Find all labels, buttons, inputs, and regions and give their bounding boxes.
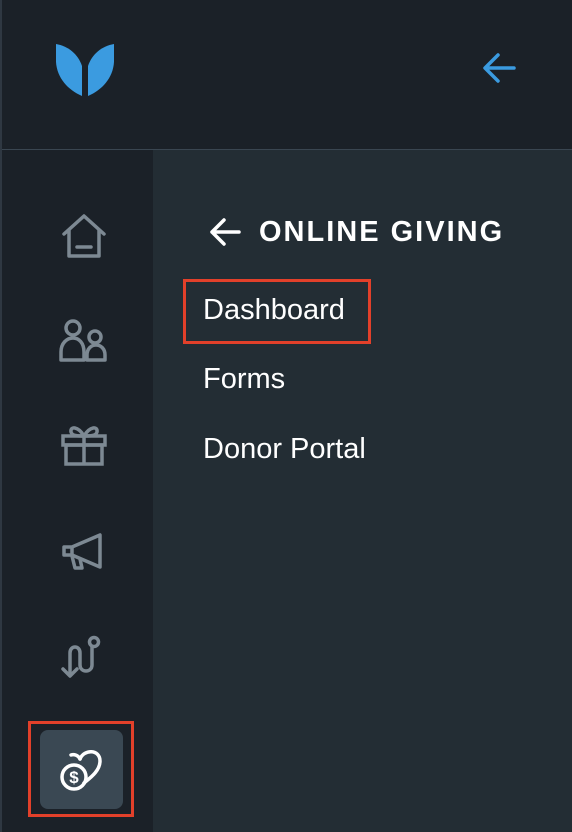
rail-item-campaigns[interactable] <box>56 523 112 579</box>
menu-item-donor-portal[interactable]: Donor Portal <box>203 433 366 466</box>
rail-item-home[interactable] <box>56 208 112 264</box>
submenu-panel: ONLINE GIVING Dashboard Forms Donor Port… <box>153 150 572 832</box>
back-arrow-icon <box>210 218 241 246</box>
people-icon <box>59 319 107 362</box>
submenu-title: ONLINE GIVING <box>259 215 505 248</box>
megaphone-icon <box>62 533 102 570</box>
arrow-left-icon <box>483 53 516 83</box>
menu-item-forms[interactable]: Forms <box>203 363 285 396</box>
rail-item-journeys[interactable] <box>56 629 112 685</box>
rail-item-people[interactable] <box>56 312 112 368</box>
rail-item-gift[interactable] <box>56 416 112 472</box>
icon-rail: $ <box>2 150 153 832</box>
app-logo[interactable] <box>54 40 116 98</box>
route-icon <box>61 635 101 678</box>
collapse-sidebar-button[interactable] <box>480 50 520 86</box>
home-icon <box>62 214 106 258</box>
shield-leaf-logo-icon <box>56 44 114 96</box>
submenu-back-header[interactable]: ONLINE GIVING <box>205 212 504 252</box>
top-bar <box>2 0 572 150</box>
gift-icon <box>61 426 107 466</box>
rail-highlight-box <box>28 721 134 817</box>
menu-highlight-box <box>183 279 371 344</box>
